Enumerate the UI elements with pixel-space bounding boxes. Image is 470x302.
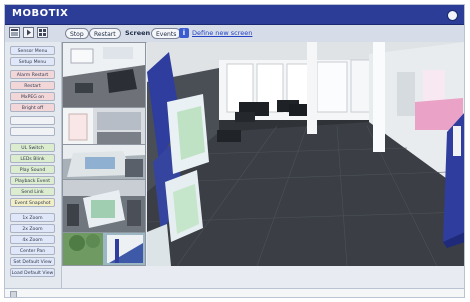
brand-logo: MOBOTIX: [12, 8, 69, 19]
sidebar-button-restart[interactable]: Restart: [10, 81, 55, 90]
restart-button[interactable]: Restart: [89, 28, 121, 39]
sidebar-button-send-link[interactable]: Send Link: [10, 187, 55, 196]
title-bar: MOBOTIX: [5, 5, 464, 25]
status-indicator-icon: [10, 291, 17, 297]
main-camera-view[interactable]: [147, 42, 464, 266]
camera-thumbnail-3[interactable]: [63, 145, 145, 179]
sidebar-button-event-snapshot[interactable]: Event Snapshot: [10, 198, 55, 207]
sidebar-button-empty-1[interactable]: [10, 116, 55, 125]
sidebar-button-sensor-menu[interactable]: Sensor Menu: [10, 46, 55, 55]
sidebar-button-2x-zoom[interactable]: 2x Zoom: [10, 224, 55, 233]
camera-app-window: MOBOTIX Stop Restart Screen Events i Def…: [4, 4, 465, 298]
toolbar: Stop Restart Screen Events i Define new …: [5, 25, 464, 43]
sidebar-button-play-sound[interactable]: Play Sound: [10, 165, 55, 174]
camera-thumbnail-5[interactable]: [63, 233, 145, 265]
sidebar-button-load-default-view[interactable]: Load Default View: [10, 268, 55, 277]
define-new-screen-link[interactable]: Define new screen: [192, 28, 252, 39]
sidebar-button-4x-zoom[interactable]: 4x Zoom: [10, 235, 55, 244]
events-button[interactable]: Events: [151, 28, 182, 39]
window-control-icon[interactable]: [447, 10, 458, 21]
sidebar-button-mxpeg[interactable]: MxPEG on: [10, 92, 55, 101]
sidebar-button-playback-event[interactable]: Playback Event: [10, 176, 55, 185]
sidebar-button-set-default-view[interactable]: Set Default View: [10, 257, 55, 266]
camera-thumbnail-strip: [62, 42, 146, 266]
sidebar-button-ul-switch[interactable]: UL Switch: [10, 143, 55, 152]
play-icon[interactable]: [23, 27, 34, 38]
grid-icon[interactable]: [37, 27, 48, 38]
screen-label: Screen: [125, 29, 151, 37]
sidebar-button-empty-2[interactable]: [10, 127, 55, 136]
sidebar-button-alarm-restart[interactable]: Alarm Restart: [10, 70, 55, 79]
info-icon[interactable]: i: [179, 28, 189, 38]
status-bar: [5, 288, 464, 297]
camera-thumbnail-4[interactable]: [63, 180, 145, 232]
layout-icon[interactable]: [9, 27, 20, 38]
sidebar-button-setup-menu[interactable]: Setup Menu: [10, 57, 55, 66]
sidebar-button-center-pan[interactable]: Center Pan: [10, 246, 55, 255]
camera-thumbnail-1[interactable]: [63, 43, 145, 107]
sidebar-button-1x-zoom[interactable]: 1x Zoom: [10, 213, 55, 222]
sidebar: Sensor Menu Setup Menu Alarm Restart Res…: [5, 42, 62, 297]
camera-thumbnail-2[interactable]: [63, 108, 145, 144]
office-lobby-image: [147, 42, 464, 266]
sidebar-button-bright[interactable]: Bright off: [10, 103, 55, 112]
sidebar-button-leds-blink[interactable]: LEDs Blink: [10, 154, 55, 163]
stop-button[interactable]: Stop: [65, 28, 89, 39]
